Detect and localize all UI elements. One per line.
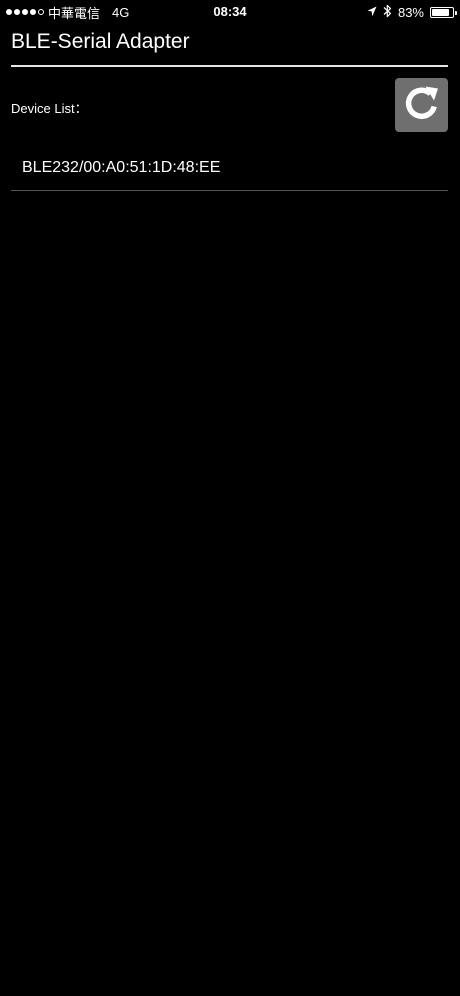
- device-list-label: Device List：: [11, 101, 88, 116]
- status-right: 83%: [367, 4, 457, 21]
- app-title: BLE-Serial Adapter: [11, 30, 190, 53]
- battery-tip: [455, 10, 457, 15]
- refresh-button[interactable]: [395, 78, 448, 132]
- status-bar: 中華電信 4G 08:34 83%: [0, 0, 460, 24]
- bluetooth-icon: [383, 4, 392, 21]
- battery-level: [432, 8, 449, 16]
- location-arrow-icon: [367, 5, 377, 20]
- battery-percent: 83%: [397, 4, 424, 20]
- refresh-icon: [401, 82, 443, 129]
- device-name: BLE232/00:A0:51:1D:48:EE: [22, 158, 221, 176]
- battery-icon: [430, 6, 457, 18]
- header-divider: [11, 65, 448, 67]
- device-list-item[interactable]: BLE232/00:A0:51:1D:48:EE: [11, 145, 448, 191]
- device-list: BLE232/00:A0:51:1D:48:EE: [11, 145, 448, 191]
